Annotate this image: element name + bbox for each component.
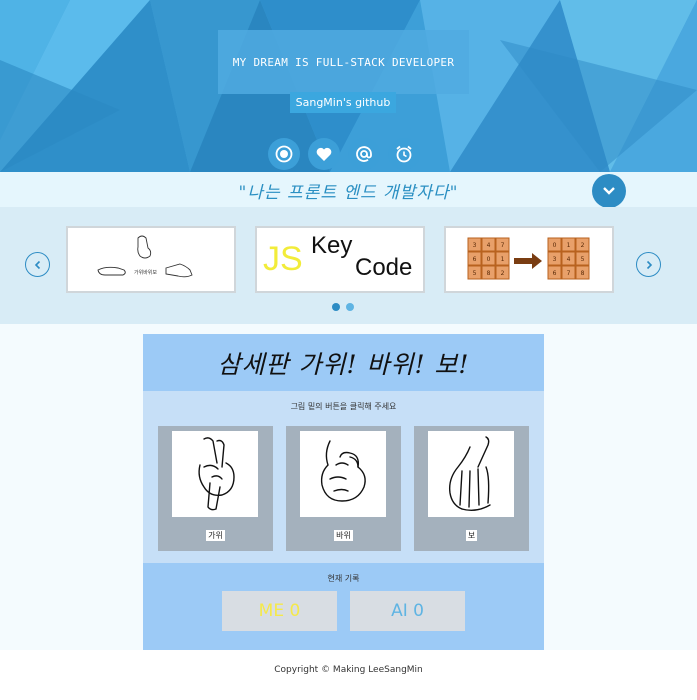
game-title: 삼세판 가위! 바위! 보! [217,349,470,379]
arrow-right-icon [514,253,542,269]
rock-label-text[interactable]: 바위 [334,530,353,541]
puzzle-left-grid-cell-number: 6 [473,256,477,263]
puzzle-right-grid-cell-number: 7 [567,270,571,277]
carousel-pagination [332,303,362,313]
paper-hand-image [428,431,514,517]
record-label: 현재 기록 [327,574,360,583]
choice-card-rock[interactable]: 바위 [286,426,401,551]
footer: Copyright © Making LeeSangMin [0,650,697,700]
carousel-dot-1[interactable] [332,303,340,311]
scissors-hand-image [172,431,258,517]
paper-label-text[interactable]: 보 [465,530,478,541]
puzzle-left-grid-cell-number: 4 [487,242,491,249]
chevron-right-icon [646,260,652,269]
puzzle-left-grid-cell-number: 1 [501,256,505,263]
game-instruction: 그림 밑의 버튼을 클릭해 주세요 [290,402,397,411]
keycode-code-text: Code [355,254,413,281]
hero-title-box: My Dream is Full-Stack Developer [218,30,469,94]
game-header: 삼세판 가위! 바위! 보! [143,334,544,391]
copyright-text: Copyright © Making LeeSangMin [274,665,423,675]
github-link-button[interactable]: SangMin's github [290,92,396,113]
hero-icon-row [266,138,436,172]
record-icon [275,145,293,163]
puzzle-left-grid-cell-number: 2 [501,270,505,277]
alarm-clock-icon [396,145,412,163]
paper-hand-icon [448,436,491,512]
puzzle-left-grid-cell-number: 8 [487,270,491,277]
heart-icon [316,147,332,161]
me-score-box: ME 0 [222,591,337,631]
carousel-slide-keycode[interactable]: JS Key Code [255,226,425,293]
carousel-next-button[interactable] [636,252,661,277]
chevron-left-icon [34,260,40,269]
puzzle-right-grid-cell-number: 6 [553,270,557,277]
puzzle-left-grid-cell-number: 0 [487,256,491,263]
hero-title: My Dream is Full-Stack Developer [232,55,455,69]
rps-hands-thumbnail: 가위바위보 [97,235,193,278]
rock-fist-icon [320,440,366,502]
rps-game-panel: 삼세판 가위! 바위! 보! 그림 밑의 버튼을 클릭해 주세요 가위 바위 보… [143,334,544,650]
ai-score-box: AI 0 [350,591,465,631]
puzzle-right-grid-cell-number: 3 [553,256,557,263]
puzzle-left-grid-cell-number: 3 [473,242,477,249]
paper-label: 보 [414,523,529,542]
puzzle-right-grid-cell-number: 2 [581,242,585,249]
carousel-slide-puzzle[interactable]: 3 4 7 6 0 1 5 8 2 0 1 2 3 4 5 6 7 8 [444,226,614,293]
record-icon-button[interactable] [268,138,300,170]
puzzle-right-grid-cell-number: 5 [581,256,585,263]
scissors-label-text[interactable]: 가위 [206,530,225,541]
carousel-prev-button[interactable] [25,252,50,277]
alarm-clock-icon-button[interactable] [388,138,420,170]
heart-icon-button[interactable] [308,138,340,170]
project-carousel: 가위바위보 JS Key Code 3 4 7 6 0 1 5 8 2 0 1 2 3 4 5 6 7 8 [0,207,697,324]
choice-card-paper[interactable]: 보 [414,426,529,551]
rock-hand-image [300,431,386,517]
puzzle-thumbnail: 3 4 7 6 0 1 5 8 2 0 1 2 3 4 5 6 7 8 [467,237,590,280]
puzzle-left-grid-cell-number: 7 [501,242,505,249]
keycode-key-text: Key [311,232,353,259]
rps-caption: 가위바위보 [134,269,157,276]
keycode-js-text: JS [263,240,303,278]
puzzle-right-grid-cell-number: 8 [581,270,585,277]
at-icon-button[interactable] [348,138,380,170]
puzzle-right-grid-cell-number: 0 [553,242,557,249]
score-record-section: 현재 기록 ME 0 AI 0 [143,563,544,650]
puzzle-right-grid-cell-number: 4 [567,256,571,263]
scissors-hand-icon [198,437,235,511]
puzzle-right-grid-cell-number: 1 [567,242,571,249]
chevron-down-icon [603,187,615,195]
at-icon [356,146,372,162]
scroll-down-button[interactable] [592,174,626,208]
choice-card-scissors[interactable]: 가위 [158,426,273,551]
puzzle-left-grid-cell-number: 5 [473,270,477,277]
rock-label: 바위 [286,523,401,542]
hero-banner: My Dream is Full-Stack Developer SangMin… [0,0,697,172]
carousel-dot-2[interactable] [346,303,354,311]
carousel-slide-rps[interactable]: 가위바위보 [66,226,236,293]
scissors-label: 가위 [158,523,273,542]
